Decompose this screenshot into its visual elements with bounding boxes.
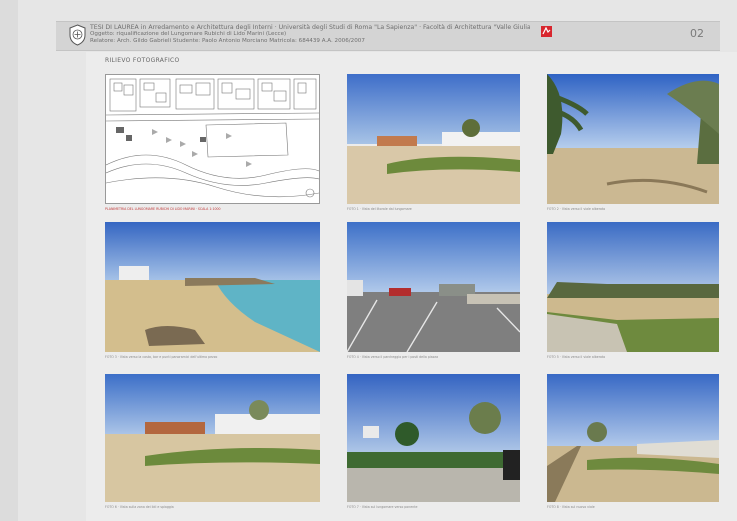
- map-caption: PLANIMETRIA DEL LUNGOMARE RUBICHI DI LID…: [105, 207, 221, 211]
- university-seal-icon: [69, 24, 86, 46]
- faculty-logo-icon: [541, 26, 552, 37]
- photo-8-caption: FOTO 8 · Vista sul nuovo viale: [547, 505, 595, 509]
- photo-2: [547, 74, 719, 204]
- photo-8: [547, 374, 719, 502]
- subject-line: Oggetto: riqualificazione del Lungomare …: [90, 31, 287, 37]
- credits-line: Relatore: Arch. Gildo Gabrieli Studente:…: [90, 38, 365, 44]
- photo-4-caption: FOTO 4 · Vista verso il parcheggio per i…: [347, 355, 439, 359]
- photo-4: [347, 222, 520, 352]
- title-block-text: TESI DI LAUREA in Arredamento e Architet…: [90, 24, 530, 45]
- photo-3-caption: FOTO 3 · Vista verso la costa, bar e pun…: [105, 355, 218, 359]
- photo-3: [105, 222, 320, 352]
- thesis-line: TESI DI LAUREA in Arredamento e Architet…: [90, 24, 530, 31]
- document-page: TESI DI LAUREA in Arredamento e Architet…: [0, 0, 737, 521]
- photo-1: [347, 74, 520, 204]
- photo-7-caption: FOTO 7 · Vista sul lungomare verso ponen…: [347, 505, 418, 509]
- site-plan-map: [105, 74, 320, 204]
- page-number: 02: [690, 27, 704, 40]
- photo-2-caption: FOTO 2 · Vista verso il viale alberato: [547, 207, 606, 211]
- photo-6: [105, 374, 320, 502]
- left-margin-strip: [0, 0, 18, 521]
- photo-6-caption: FOTO 6 · Vista sulla zona dei lidi e spi…: [105, 505, 174, 509]
- title-block: TESI DI LAUREA in Arredamento e Architet…: [56, 21, 720, 51]
- photo-5: [547, 222, 719, 352]
- photo-7: [347, 374, 520, 502]
- section-title: RILIEVO FOTOGRAFICO: [105, 57, 180, 64]
- photo-5-caption: FOTO 5 · Vista verso il viale alberato: [547, 355, 606, 359]
- photo-1-caption: FOTO 1 · Vista del litorale dal lungomar…: [347, 207, 412, 211]
